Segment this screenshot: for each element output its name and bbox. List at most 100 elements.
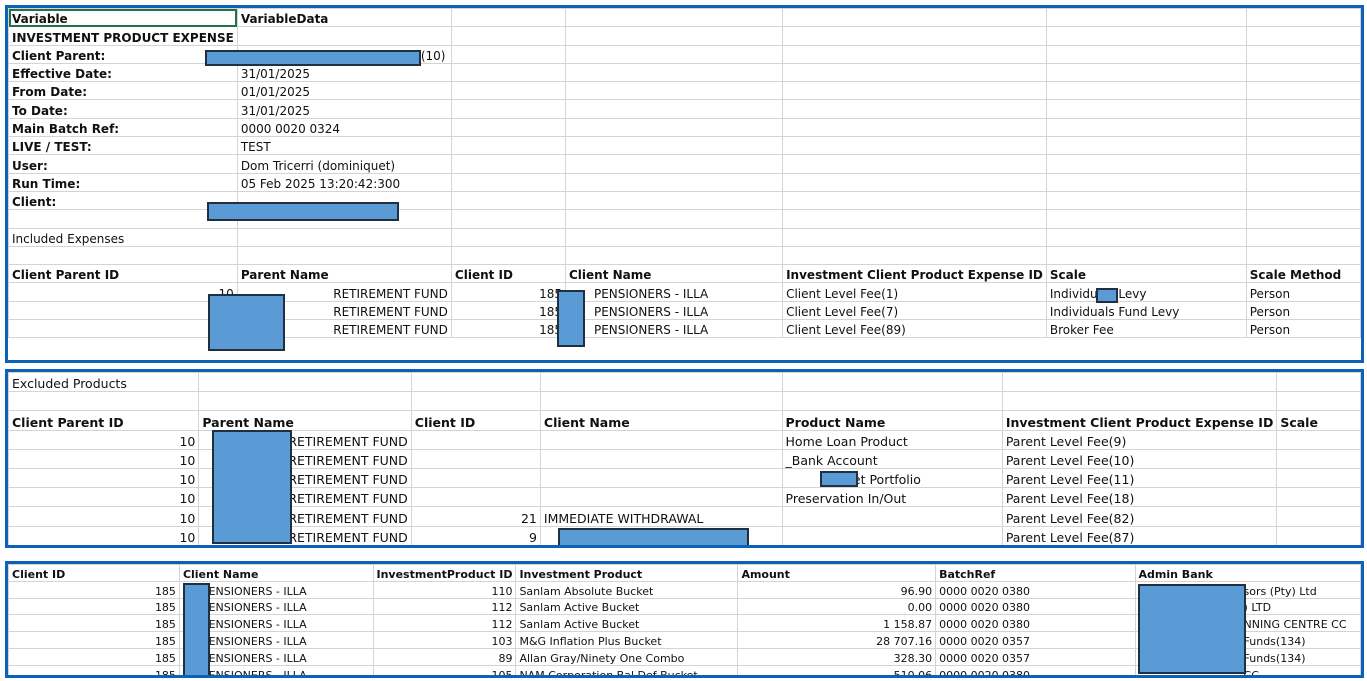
amount-cell[interactable]: 510.06 [737,664,937,675]
column-header[interactable]: Client ID [410,410,541,431]
product-id-cell[interactable]: 112 [372,614,517,633]
product-name-cell[interactable]: Market Portfolio [781,467,1003,489]
client-id-cell[interactable]: 185 [8,614,180,633]
client-id-cell[interactable] [410,487,541,508]
client-id-cell[interactable]: 185 [8,597,180,616]
parent-id-cell[interactable]: 10 [8,506,200,527]
column-header[interactable]: Client ID [450,264,566,284]
product-name-cell[interactable]: _Bank Account [781,448,1003,469]
expense-id-cell[interactable]: Client Level Fee(89) [782,319,1047,339]
column-header[interactable]: Client Name [178,564,374,582]
expense-id-cell[interactable]: Parent Level Fee(82) [1001,506,1278,527]
section-title[interactable]: Included Expenses [8,227,238,247]
column-header[interactable]: Client Name [539,410,783,431]
parent-id-cell[interactable]: 10 [8,429,200,450]
product-cell[interactable]: Allan Gray/Ninety One Combo [515,647,739,666]
column-header[interactable]: Product Name [781,410,1003,431]
section-title[interactable]: Excluded Products [8,372,200,393]
variable-value[interactable]: 05 Feb 2025 13:20:42:300 [236,172,452,192]
scale-method-cell[interactable]: Person [1245,282,1361,302]
scale-cell[interactable]: Broker Fee [1045,319,1247,339]
client-id-cell[interactable]: 185 [8,664,180,675]
parent-id-cell[interactable]: 10 [8,319,238,339]
client-id-cell[interactable]: 21 [410,506,541,527]
amount-cell[interactable]: 1 158.87 [737,614,937,633]
batchref-cell[interactable]: 0000 0020 0380 [935,597,1136,616]
variable-value[interactable]: Dom Tricerri (dominiquet) [236,154,452,174]
scale-method-cell[interactable]: Person [1245,300,1361,321]
variable-label[interactable]: Run Time: [8,172,238,192]
amount-cell[interactable]: 0.00 [737,597,937,616]
variable-header-cell[interactable]: Variable [8,8,238,28]
variable-value[interactable]: 0000 0020 0324 [236,117,452,138]
column-header[interactable]: Client Parent ID [8,264,238,284]
variable-value[interactable]: 31/01/2025 [236,99,452,119]
client-name-cell[interactable] [539,487,783,508]
variable-label[interactable]: From Date: [8,81,238,101]
column-header[interactable]: Admin Bank [1134,564,1361,582]
expense-id-cell[interactable]: Client Level Fee(7) [782,300,1047,321]
variable-label[interactable]: Main Batch Ref: [8,117,238,138]
column-header[interactable]: Amount [737,564,937,582]
variable-label[interactable]: To Date: [8,99,238,119]
client-id-cell[interactable] [410,429,541,450]
batchref-cell[interactable]: 0000 0020 0357 [935,647,1136,666]
product-name-cell[interactable] [781,525,1003,545]
variabledata-header-cell[interactable]: VariableData [236,8,452,28]
variable-value[interactable]: TEST [236,136,452,156]
client-id-cell[interactable]: 9 [410,525,541,545]
client-name-cell[interactable] [539,429,783,450]
product-id-cell[interactable]: 103 [372,631,517,649]
client-id-cell[interactable] [410,448,541,469]
product-cell[interactable]: Sanlam Active Bucket [515,597,739,616]
client-name-cell[interactable]: PENSIONERS - ILLA [564,319,784,339]
amount-cell[interactable]: 28 707.16 [737,631,937,649]
scale-cell[interactable]: Individuals Levy [1045,282,1247,302]
column-header[interactable]: InvestmentProduct ID [372,564,517,582]
product-cell[interactable]: Sanlam Active Bucket [515,614,739,633]
product-id-cell[interactable]: 112 [372,597,517,616]
client-id-cell[interactable]: 185 [450,319,566,339]
expense-id-cell[interactable]: Client Level Fee(1) [782,282,1047,302]
expense-id-cell[interactable]: Parent Level Fee(9) [1001,429,1278,450]
parent-id-cell[interactable]: 10 [8,282,238,302]
product-cell[interactable]: M&G Inflation Plus Bucket [515,631,739,649]
parent-id-cell[interactable]: 10 [8,448,200,469]
variable-label[interactable]: Effective Date: [8,62,238,83]
client-id-cell[interactable] [410,467,541,489]
variable-label[interactable]: User: [8,154,238,174]
expense-id-cell[interactable]: Parent Level Fee(10) [1001,448,1278,469]
column-header[interactable]: BatchRef [935,564,1136,582]
batchref-cell[interactable]: 0000 0020 0380 [935,614,1136,633]
column-header[interactable]: Investment Client Product Expense ID [1001,410,1278,431]
scale-cell[interactable]: Individuals Fund Levy [1045,300,1247,321]
amount-cell[interactable]: 96.90 [737,580,937,599]
parent-id-cell[interactable]: 10 [8,487,200,508]
column-header[interactable]: Scale [1276,410,1361,431]
expense-id-cell[interactable]: Parent Level Fee(87) [1001,525,1278,545]
batchref-cell[interactable]: 0000 0020 0380 [935,580,1136,599]
column-header[interactable]: Parent Name [198,410,412,431]
expense-id-cell[interactable]: Parent Level Fee(18) [1001,487,1278,508]
client-name-cell[interactable] [539,467,783,489]
batchref-cell[interactable]: 0000 0020 0380 [935,664,1136,675]
variable-value[interactable]: 31/01/2025 [236,62,452,83]
client-name-cell[interactable] [539,448,783,469]
product-name-cell[interactable]: Home Loan Product [781,429,1003,450]
column-header[interactable]: Client Parent ID [8,410,200,431]
client-id-cell[interactable]: 185 [450,300,566,321]
product-id-cell[interactable]: 89 [372,647,517,666]
parent-id-cell[interactable]: 10 [8,300,238,321]
amount-cell[interactable]: 328.30 [737,647,937,666]
variable-label[interactable]: INVESTMENT PRODUCT EXPENSE [8,26,238,46]
client-id-cell[interactable]: 185 [8,631,180,649]
variable-label[interactable]: LIVE / TEST: [8,136,238,156]
variable-value[interactable] [236,26,452,46]
scale-method-cell[interactable]: Person [1245,319,1361,339]
client-id-cell[interactable]: 185 [8,580,180,599]
parent-id-cell[interactable]: 10 [8,525,200,545]
product-cell[interactable]: NAM Corporation Bal Def Bucket [515,664,739,675]
product-id-cell[interactable]: 110 [372,580,517,599]
batchref-cell[interactable]: 0000 0020 0357 [935,631,1136,649]
parent-id-cell[interactable]: 10 [8,467,200,489]
